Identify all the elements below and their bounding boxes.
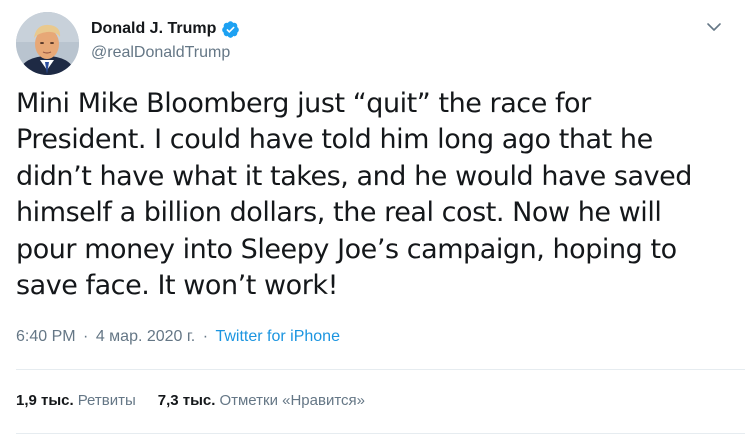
retweets-stat[interactable]: 1,9 тыс. Ретвиты	[16, 392, 136, 409]
tweet-text: Mini Mike Bloomberg just “quit” the race…	[16, 88, 692, 302]
retweets-count: 1,9 тыс.	[16, 392, 74, 409]
display-name-row: Donald J. Trump	[91, 18, 240, 40]
meta-separator: ·	[202, 328, 209, 345]
tweet-header: Donald J. Trump @realDonaldTrump	[16, 12, 729, 76]
tweet-card: Donald J. Trump @realDonaldTrump Mini Mi…	[0, 0, 745, 434]
likes-count: 7,3 тыс.	[157, 392, 216, 409]
author-names: Donald J. Trump @realDonaldTrump	[91, 18, 240, 62]
tweet-date[interactable]: 4 мар. 2020 г.	[96, 328, 195, 345]
likes-stat[interactable]: 7,3 тыс. Отметки «Нравится»	[158, 392, 365, 409]
avatar[interactable]	[16, 12, 79, 75]
chevron-down-icon[interactable]	[703, 16, 725, 38]
tweet-stats: 1,9 тыс. Ретвиты 7,3 тыс. Отметки «Нравитс…	[16, 392, 365, 409]
tweet-meta: 6:40 PM · 4 мар. 2020 г. · Twitter for i…	[16, 328, 340, 346]
display-name[interactable]: Donald J. Trump	[91, 20, 216, 38]
divider	[16, 369, 745, 370]
handle[interactable]: @realDonaldTrump	[91, 44, 240, 62]
retweets-label: Ретвиты	[77, 392, 136, 409]
likes-label: Отметки «Нравится»	[219, 392, 365, 409]
tweet-time[interactable]: 6:40 PM	[16, 328, 76, 345]
verified-badge-icon	[221, 20, 240, 39]
tweet-source-link[interactable]: Twitter for iPhone	[215, 328, 340, 345]
meta-separator: ·	[83, 328, 89, 345]
avatar-image	[16, 12, 79, 75]
